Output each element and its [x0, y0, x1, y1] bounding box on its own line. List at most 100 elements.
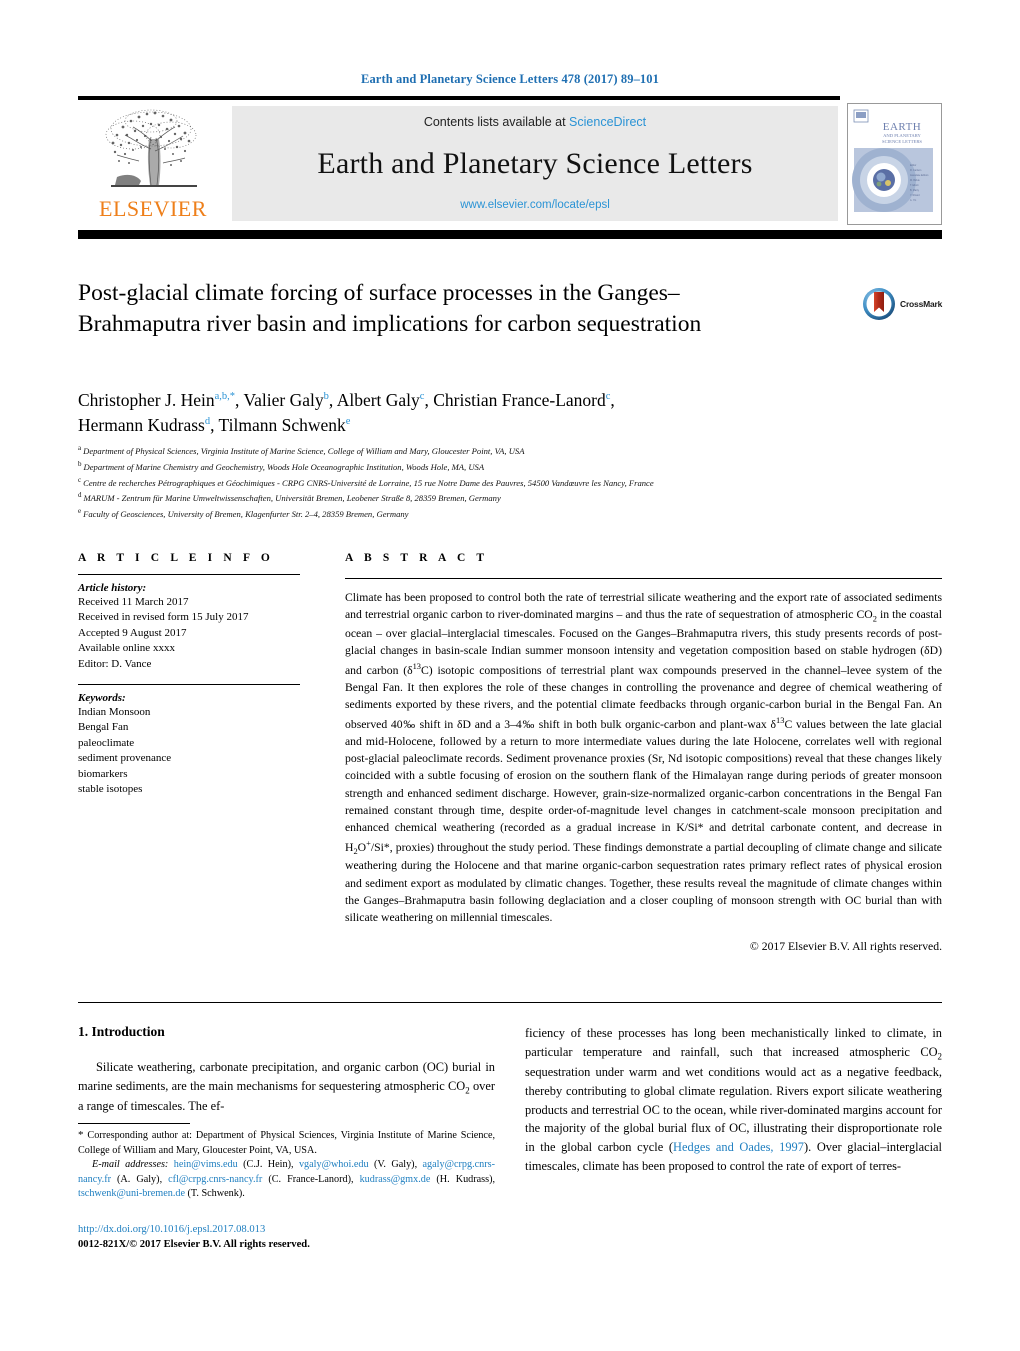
- affiliation-item: d MARUM - Zentrum für Marine Umweltwissen…: [78, 490, 928, 506]
- history-line: Received 11 March 2017: [78, 596, 189, 608]
- affiliation-text: Department of Physical Sciences, Virgini…: [83, 445, 525, 456]
- affiliation-mark: a: [78, 444, 82, 452]
- author-name: Christopher J. Hein: [78, 390, 215, 410]
- author-affiliation-marks: b: [323, 391, 329, 403]
- affiliation-text: Centre de recherches Pétrographiques et …: [83, 477, 654, 488]
- corresponding-author-text: Corresponding author at: Department of P…: [78, 1130, 496, 1156]
- crossmark-label: CrossMark: [900, 299, 943, 309]
- svg-text:R. Carlson: R. Carlson: [910, 169, 922, 172]
- issn-copyright-line: 0012-821X/© 2017 Elsevier B.V. All right…: [78, 1238, 310, 1250]
- svg-text:SCIENCE LETTERS: SCIENCE LETTERS: [882, 139, 922, 144]
- author-list: Christopher J. Heina,b,*, Valier Galyb, …: [78, 390, 615, 436]
- author-name: Hermann Kudrass: [78, 415, 205, 436]
- author-name: Valier Galy: [243, 390, 324, 410]
- email-link[interactable]: kudrass@gmx.de: [360, 1174, 431, 1185]
- svg-text:Editor: Editor: [910, 164, 916, 167]
- author-affiliation-marks: d: [204, 416, 211, 428]
- author-name: Tilmann Schwenk: [218, 415, 346, 436]
- email-label: E-mail addresses:: [92, 1159, 169, 1171]
- keywords-group: Keywords: Indian Monsoon Bengal Fan pale…: [78, 692, 300, 797]
- author-affiliation-marks: c: [605, 391, 611, 403]
- journal-cover-thumbnail: EARTH AND PLANETARY SCIENCE LETTERS Edit…: [847, 103, 942, 225]
- svg-text:T. Elliott: T. Elliott: [910, 184, 919, 187]
- author-name: Albert Galy: [336, 390, 420, 410]
- elsevier-logo: ELSEVIER: [78, 100, 228, 228]
- history-line: Available online xxxx: [78, 642, 175, 655]
- doi-block: http://dx.doi.org/10.1016/j.epsl.2017.08…: [78, 1222, 495, 1253]
- email-link[interactable]: cfl@crpg.cnrs-nancy.fr: [168, 1174, 262, 1185]
- section-heading-introduction: 1. Introduction: [78, 1024, 165, 1039]
- affiliation-text: Department of Marine Chemistry and Geoch…: [83, 461, 485, 472]
- affiliation-text: Faculty of Geosciences, University of Br…: [83, 508, 409, 519]
- keyword-item: biomarkers: [78, 767, 128, 780]
- keywords-divider: [78, 683, 300, 685]
- masthead-center-panel: Contents lists available at ScienceDirec…: [232, 106, 838, 221]
- asterisk-icon: *: [78, 1129, 84, 1142]
- journal-cover-image: EARTH AND PLANETARY SCIENCE LETTERS Edit…: [848, 104, 939, 224]
- email-owner: (A. Galy): [117, 1173, 160, 1185]
- keyword-item: Indian Monsoon: [78, 705, 151, 718]
- article-info-panel: A R T I C L E I N F O Article history: R…: [78, 552, 300, 797]
- affiliation-mark: c: [78, 475, 82, 484]
- doi-link[interactable]: http://dx.doi.org/10.1016/j.epsl.2017.08…: [78, 1222, 495, 1237]
- email-owner: (T. Schwenk): [187, 1188, 243, 1200]
- journal-title: Earth and Planetary Science Letters: [317, 147, 753, 180]
- crossmark-icon: [863, 288, 895, 320]
- citation-link[interactable]: Hedges and Oades, 1997: [673, 1140, 804, 1154]
- abstract-copyright: © 2017 Elsevier B.V. All rights reserved…: [749, 939, 942, 953]
- email-link[interactable]: vgaly@whoi.edu: [299, 1159, 369, 1170]
- elsevier-wordmark: ELSEVIER: [99, 196, 207, 221]
- abstract-panel: A B S T R A C T Climate has been propose…: [345, 552, 942, 953]
- intro-paragraph-left: Silicate weathering, carbonate precipita…: [78, 1060, 495, 1114]
- author-entry: Albert Galyc: [337, 390, 425, 410]
- affiliation-item: a Department of Physical Sciences, Virgin…: [78, 443, 928, 459]
- keyword-item: paleoclimate: [78, 736, 135, 749]
- email-link[interactable]: tschwenk@uni-bremen.de: [78, 1188, 185, 1199]
- author-entry: Christian France-Lanordc: [433, 390, 610, 410]
- history-line: Accepted 9 August 2017: [78, 626, 187, 639]
- crossmark-badge[interactable]: CrossMark: [862, 286, 954, 322]
- elsevier-tree-icon: [105, 109, 197, 187]
- email-owner: (H. Kudrass): [436, 1173, 493, 1185]
- footnote-divider: [78, 1123, 190, 1125]
- author-affiliation-marks: a,b,*: [214, 391, 236, 403]
- journal-url-link[interactable]: www.elsevier.com/locate/epsl: [460, 199, 610, 211]
- author-affiliation-marks: c: [419, 391, 425, 403]
- abstract-heading: A B S T R A C T: [345, 552, 489, 564]
- keyword-item: sediment provenance: [78, 752, 172, 765]
- svg-text:B. Marty: B. Marty: [910, 189, 920, 192]
- body-separator-rule: [78, 1002, 942, 1003]
- svg-text:A. Yin: A. Yin: [910, 199, 917, 202]
- body-column-right: ficiency of these processes has long bee…: [525, 1024, 942, 1175]
- history-line: Received in revised form 15 July 2017: [78, 611, 249, 624]
- keyword-item: Bengal Fan: [78, 721, 129, 734]
- title-block: Post-glacial climate forcing of surface …: [78, 278, 778, 339]
- article-info-rule: [78, 574, 300, 575]
- svg-text:M. Bickle: M. Bickle: [910, 179, 920, 182]
- email-owner: (C.J. Hein): [243, 1159, 291, 1171]
- body-column-left: 1. Introduction Silicate weathering, car…: [78, 1024, 495, 1252]
- keywords-heading: Keywords:: [78, 691, 126, 704]
- author-entry: Tilmann Schwenke: [219, 415, 351, 435]
- history-line: Editor: D. Vance: [78, 657, 152, 670]
- svg-text:EARTH: EARTH: [883, 121, 922, 133]
- email-owner: (V. Galy): [374, 1159, 415, 1171]
- paper-page: Earth and Planetary Science Letters 478 …: [0, 0, 1020, 1351]
- running-head: Earth and Planetary Science Letters 478 …: [361, 72, 659, 86]
- article-info-heading: A R T I C L E I N F O: [78, 552, 274, 564]
- affiliation-list: a Department of Physical Sciences, Virgin…: [78, 443, 928, 522]
- affiliation-mark: e: [78, 507, 82, 516]
- author-entry: Christopher J. Heina,b,*: [78, 390, 235, 410]
- masthead-bottom-rule: [78, 230, 942, 239]
- svg-text:Associate Editors: Associate Editors: [910, 174, 929, 177]
- contents-prefix: Contents lists available at: [423, 115, 570, 129]
- author-name: Christian France-Lanord: [433, 390, 606, 410]
- affiliation-item: e Faculty of Geosciences, University of B…: [78, 506, 928, 522]
- email-link[interactable]: hein@vims.edu: [174, 1159, 238, 1170]
- affiliation-item: c Centre de recherches Pétrographiques et…: [78, 475, 928, 491]
- abstract-text: Climate has been proposed to control bot…: [345, 591, 943, 925]
- contents-available-line: Contents lists available at ScienceDirec…: [424, 115, 646, 129]
- journal-masthead: ELSEVIER Contents lists available at Sci…: [78, 96, 942, 239]
- sciencedirect-link[interactable]: ScienceDirect: [569, 115, 646, 129]
- affiliation-mark: b: [78, 459, 82, 468]
